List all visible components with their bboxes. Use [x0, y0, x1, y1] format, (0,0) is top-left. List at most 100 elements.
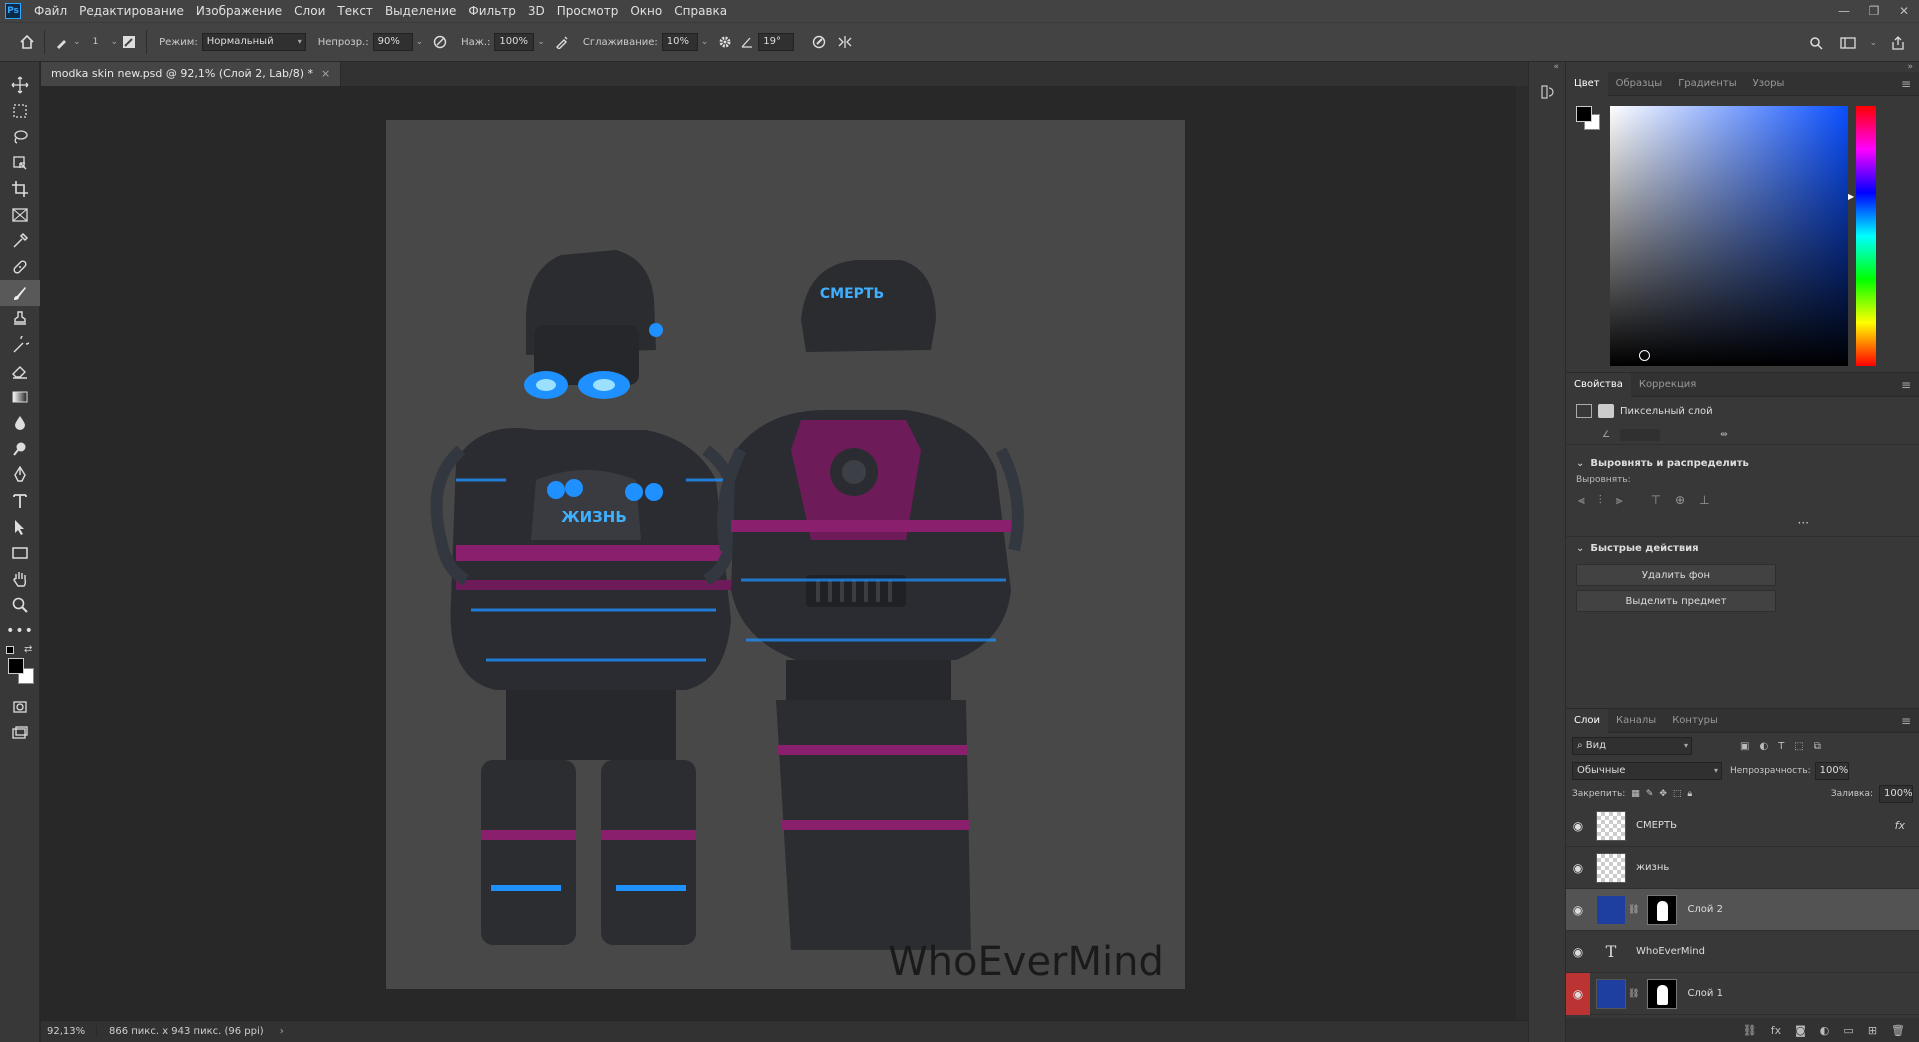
- layer-row-selected[interactable]: ◉ ⛓ Слой 2: [1566, 889, 1919, 931]
- angle-field[interactable]: [1620, 428, 1661, 441]
- eraser-tool-icon[interactable]: [0, 358, 40, 384]
- object-select-tool-icon[interactable]: [0, 150, 40, 176]
- flip-icon[interactable]: ⇹: [1720, 430, 1728, 440]
- filter-pixel-icon[interactable]: ▣: [1740, 741, 1749, 752]
- add-mask-icon[interactable]: ◙: [1795, 1024, 1806, 1037]
- layer-name[interactable]: WhoEverMind: [1636, 946, 1705, 957]
- eyedropper-tool-icon[interactable]: [0, 228, 40, 254]
- document-tab[interactable]: modka skin new.psd @ 92,1% (Слой 2, Lab/…: [41, 62, 342, 86]
- pen-tool-icon[interactable]: [0, 462, 40, 488]
- screen-mode-icon[interactable]: [0, 720, 40, 746]
- minimize-icon[interactable]: —: [1829, 0, 1859, 22]
- tab-color[interactable]: Цвет: [1566, 71, 1608, 96]
- menu-filter[interactable]: Фильтр: [462, 0, 521, 22]
- history-panel-icon[interactable]: [1529, 78, 1567, 106]
- tab-channels[interactable]: Каналы: [1608, 709, 1664, 733]
- healing-brush-tool-icon[interactable]: [0, 254, 40, 280]
- link-icon[interactable]: ⛓: [1628, 905, 1639, 915]
- tab-gradients[interactable]: Градиенты: [1670, 72, 1744, 96]
- layers-menu-icon[interactable]: ≡: [1901, 714, 1911, 728]
- filter-adjustment-icon[interactable]: ◐: [1759, 741, 1768, 752]
- more-tools-icon[interactable]: •••: [0, 618, 40, 644]
- restore-icon[interactable]: ❐: [1859, 0, 1889, 22]
- zoom-level[interactable]: 92,13%: [41, 1026, 97, 1037]
- menu-view[interactable]: Просмотр: [551, 0, 625, 22]
- opacity-input[interactable]: 90%: [372, 33, 413, 51]
- symmetry-icon[interactable]: [834, 31, 856, 53]
- fg-bg-colors[interactable]: ⇄: [0, 644, 40, 694]
- select-subject-button[interactable]: Выделить предмет: [1576, 590, 1776, 612]
- quick-actions-header[interactable]: ⌄ Быстрые действия: [1566, 536, 1919, 560]
- filter-shape-icon[interactable]: ⬚: [1794, 741, 1803, 752]
- menu-help[interactable]: Справка: [668, 0, 733, 22]
- align-section-header[interactable]: ⌄ Выровнять и распределить: [1566, 451, 1919, 475]
- tab-properties[interactable]: Свойства: [1566, 372, 1631, 397]
- mode-select[interactable]: Нормальный ▾: [201, 33, 306, 51]
- adjustment-layer-icon[interactable]: ◐: [1820, 1024, 1830, 1037]
- trash-icon[interactable]: 🗑︎: [1891, 1024, 1905, 1037]
- lock-artboard-icon[interactable]: ⬚: [1673, 789, 1682, 799]
- smoothing-input[interactable]: 10%: [661, 33, 698, 51]
- blend-mode-select[interactable]: Обычные ▾: [1572, 762, 1722, 780]
- layer-row[interactable]: ◉ жизнь: [1566, 847, 1919, 889]
- marquee-tool-icon[interactable]: [0, 98, 40, 124]
- brush-tool-icon[interactable]: [0, 280, 40, 306]
- align-hcenter-icon[interactable]: ⫶: [1599, 493, 1602, 508]
- align-left-icon[interactable]: ⫷: [1578, 493, 1585, 508]
- search-icon[interactable]: [1805, 32, 1827, 54]
- lock-all-icon[interactable]: 🔒︎: [1687, 789, 1692, 799]
- smoothing-dropdown-icon[interactable]: ⌄: [701, 37, 709, 47]
- hand-tool-icon[interactable]: [0, 566, 40, 592]
- layer-mask-thumbnail[interactable]: [1647, 894, 1678, 925]
- filter-type-icon[interactable]: T: [1778, 741, 1784, 752]
- layer-mask-thumbnail[interactable]: [1647, 978, 1678, 1009]
- crop-tool-icon[interactable]: [0, 176, 40, 202]
- brush-preset-dropdown-icon[interactable]: ⌄: [73, 37, 81, 47]
- frame-tool-icon[interactable]: [0, 202, 40, 228]
- home-icon[interactable]: [16, 31, 38, 53]
- menu-window[interactable]: Окно: [624, 0, 668, 22]
- layer-row[interactable]: ◉ СМЕРТЬ fx: [1566, 805, 1919, 847]
- new-layer-icon[interactable]: ⊞: [1868, 1024, 1877, 1037]
- rectangle-tool-icon[interactable]: [0, 540, 40, 566]
- fill-input[interactable]: 100%: [1879, 785, 1913, 803]
- pressure-dropdown-icon[interactable]: ⌄: [537, 37, 545, 47]
- vertical-scrollbar[interactable]: [1516, 86, 1528, 1020]
- color-picker-ring[interactable]: [1639, 350, 1650, 361]
- close-tab-icon[interactable]: ×: [321, 62, 330, 86]
- mask-layer-icon[interactable]: [1598, 404, 1614, 418]
- brush-preset-icon[interactable]: [51, 31, 73, 53]
- lasso-tool-icon[interactable]: [0, 124, 40, 150]
- type-tool-icon[interactable]: [0, 488, 40, 514]
- fx-icon[interactable]: fx: [1771, 1024, 1781, 1037]
- align-right-icon[interactable]: ⫸: [1616, 493, 1623, 508]
- angle-input[interactable]: 19°: [758, 33, 795, 51]
- brush-size-dropdown-icon[interactable]: ⌄: [111, 37, 119, 47]
- move-tool-icon[interactable]: [0, 72, 40, 98]
- align-top-icon[interactable]: ⊤: [1651, 493, 1661, 508]
- clone-stamp-tool-icon[interactable]: [0, 306, 40, 332]
- tab-adjustments[interactable]: Коррекция: [1631, 373, 1704, 397]
- eye-icon[interactable]: ◉: [1566, 903, 1590, 917]
- eye-icon[interactable]: ◉: [1566, 819, 1590, 833]
- default-colors-icon[interactable]: [6, 646, 14, 654]
- layer-opacity-input[interactable]: 100%: [1814, 762, 1849, 780]
- layer-name[interactable]: Слой 1: [1687, 988, 1723, 999]
- align-bottom-icon[interactable]: ⊥: [1699, 493, 1709, 508]
- link-layers-icon[interactable]: ⛓: [1743, 1024, 1757, 1037]
- layer-name[interactable]: жизнь: [1636, 862, 1669, 873]
- menu-layers[interactable]: Слои: [288, 0, 331, 22]
- menu-edit[interactable]: Редактирование: [73, 0, 190, 22]
- gear-icon[interactable]: [714, 31, 736, 53]
- history-brush-tool-icon[interactable]: [0, 332, 40, 358]
- menu-file[interactable]: Файл: [28, 0, 73, 22]
- swap-colors-icon[interactable]: ⇄: [24, 644, 32, 655]
- opacity-dropdown-icon[interactable]: ⌄: [416, 37, 424, 47]
- share-icon[interactable]: [1887, 32, 1909, 54]
- lock-transparent-icon[interactable]: ▦: [1631, 789, 1640, 799]
- eye-icon[interactable]: ◉: [1566, 945, 1590, 959]
- menu-select[interactable]: Выделение: [379, 0, 462, 22]
- layer-filter-select[interactable]: ⌕ Вид ▾: [1572, 737, 1692, 755]
- quick-mask-icon[interactable]: [0, 694, 40, 720]
- lock-position-icon[interactable]: ✥: [1659, 789, 1667, 799]
